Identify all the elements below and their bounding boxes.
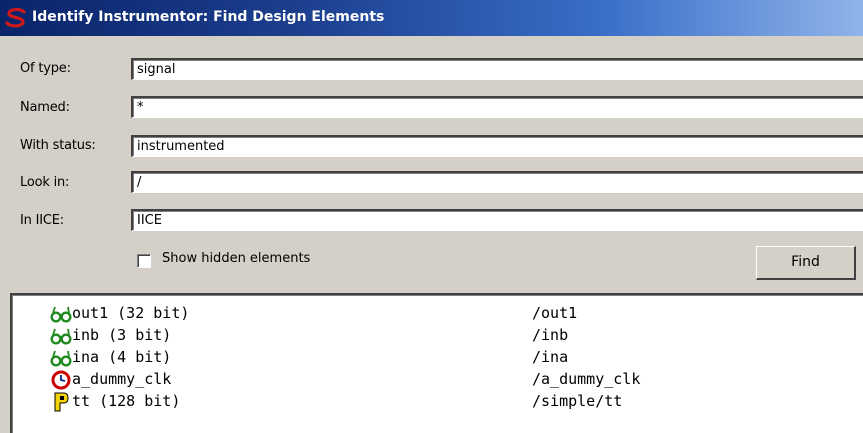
- with-status-label: With status:: [20, 138, 96, 153]
- of-type-field[interactable]: signal: [131, 58, 863, 80]
- result-path: /out1: [532, 304, 578, 322]
- result-path: /a_dummy_clk: [532, 370, 641, 388]
- look-in-field[interactable]: /: [131, 171, 863, 193]
- result-name: ina (4 bit): [72, 348, 172, 366]
- result-path: /ina: [532, 348, 569, 366]
- glasses-icon: [50, 350, 72, 367]
- find-button[interactable]: Find: [756, 246, 856, 280]
- result-path: /simple/tt: [532, 392, 623, 410]
- result-row[interactable]: inb (3 bit) /inb: [12, 325, 862, 347]
- show-hidden-label[interactable]: Show hidden elements: [162, 251, 310, 266]
- result-row[interactable]: ina (4 bit) /ina: [12, 347, 862, 369]
- of-type-label: Of type:: [20, 61, 71, 76]
- p-badge-icon: [54, 392, 69, 412]
- in-iice-label: In IICE:: [20, 213, 64, 228]
- result-name: inb (3 bit): [72, 326, 172, 344]
- named-label: Named:: [20, 100, 70, 115]
- result-path: /inb: [532, 326, 569, 344]
- in-iice-field[interactable]: IICE: [131, 209, 863, 231]
- clock-icon: [51, 370, 71, 390]
- title-bar[interactable]: Identify Instrumentor: Find Design Eleme…: [0, 0, 863, 36]
- with-status-field[interactable]: instrumented: [131, 135, 863, 157]
- named-field[interactable]: *: [131, 96, 863, 118]
- look-in-label: Look in:: [20, 175, 70, 190]
- results-list[interactable]: out1 (32 bit) /out1 inb (3 bit) /inb ina…: [10, 293, 863, 433]
- glasses-icon: [50, 306, 72, 323]
- synplicity-logo-icon: [5, 8, 26, 28]
- result-row[interactable]: a_dummy_clk /a_dummy_clk: [12, 369, 862, 391]
- glasses-icon: [50, 328, 72, 345]
- result-row[interactable]: out1 (32 bit) /out1: [12, 303, 862, 325]
- result-name: tt (128 bit): [72, 392, 181, 410]
- window-title: Identify Instrumentor: Find Design Eleme…: [32, 9, 385, 25]
- result-row[interactable]: tt (128 bit) /simple/tt: [12, 391, 862, 413]
- show-hidden-checkbox[interactable]: [137, 254, 151, 268]
- result-name: a_dummy_clk: [72, 370, 172, 388]
- result-name: out1 (32 bit): [72, 304, 190, 322]
